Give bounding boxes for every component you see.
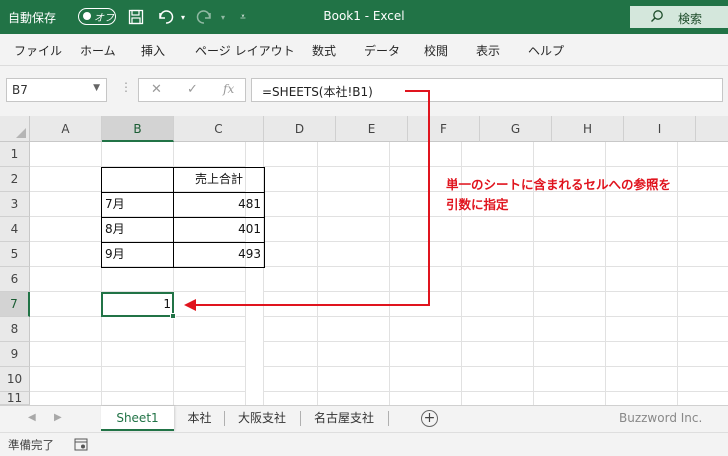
annotation-line-2: 引数に指定 — [446, 197, 509, 212]
scroll-right-icon[interactable]: ▶ — [54, 412, 62, 423]
annotation-text: 単一のシートに含まれるセルへの参照を 引数に指定 — [446, 175, 671, 215]
sheet-tab-bar: ◀ ▶ Sheet1 本社 大阪支社 名古屋支社 + Buzzword Inc. — [0, 405, 728, 432]
annotation-arrow — [184, 90, 430, 311]
macro-record-icon[interactable] — [74, 438, 88, 454]
annotation-line-1: 単一のシートに含まれるセルへの参照を — [446, 177, 672, 192]
watermark: Buzzword Inc. — [619, 411, 703, 425]
add-sheet-icon[interactable]: + — [421, 410, 438, 427]
scroll-left-icon[interactable]: ◀ — [28, 412, 36, 423]
sheet-tab-sheet1[interactable]: Sheet1 — [101, 406, 174, 431]
sheet-tab-osaka[interactable]: 大阪支社 — [226, 406, 298, 431]
tab-separator — [224, 411, 225, 426]
tab-separator — [388, 411, 389, 426]
tab-separator — [300, 411, 301, 426]
sheet-tab-nagoya[interactable]: 名古屋支社 — [302, 406, 386, 431]
sheet-tab-honsha[interactable]: 本社 — [176, 406, 223, 431]
status-bar: 準備完了 — [0, 432, 728, 456]
status-text: 準備完了 — [8, 438, 54, 452]
